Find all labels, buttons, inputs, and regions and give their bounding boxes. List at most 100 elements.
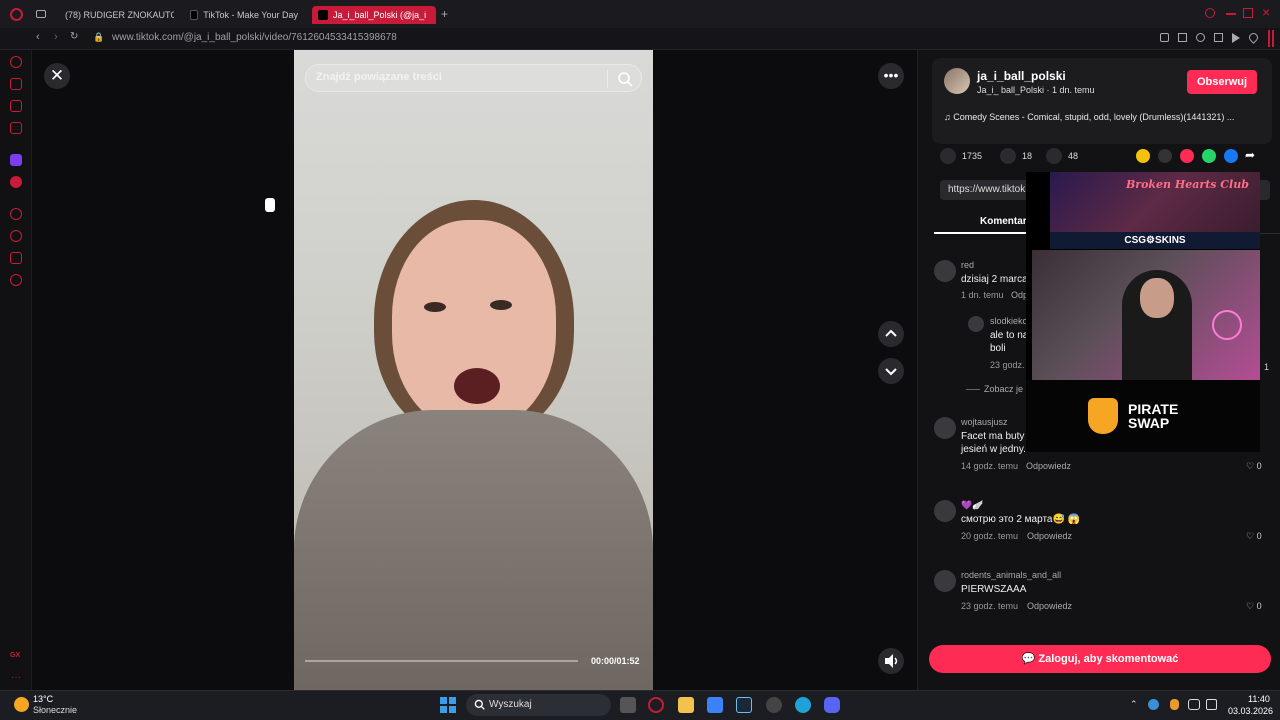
sidebar-toggle-icon[interactable]	[1268, 30, 1274, 47]
network-icon[interactable]	[1188, 699, 1200, 710]
like-button[interactable]: 1735	[940, 148, 982, 164]
taskbar-search[interactable]: Wyszukaj	[466, 694, 611, 716]
aria-icon[interactable]	[10, 56, 22, 68]
more-sidebar-icon[interactable]: …	[11, 670, 21, 681]
tab-youtube[interactable]: (78) RUDIGER ZNOKAUTO	[54, 6, 174, 24]
video-progress-bar[interactable]	[305, 660, 578, 662]
url-field[interactable]: www.tiktok.com/@ja_i_ball_polski/video/7…	[112, 32, 397, 43]
coin-icon[interactable]	[1136, 149, 1150, 163]
next-video-button[interactable]	[878, 358, 904, 384]
save-button[interactable]: 48	[1046, 148, 1078, 164]
volume-tray-icon[interactable]	[1206, 699, 1217, 710]
discord-icon[interactable]	[824, 697, 840, 713]
clock-date[interactable]: 03.03.2026	[1228, 706, 1273, 716]
pirate-swap-ad: PIRATE SWAP	[1026, 380, 1260, 452]
new-tab-button[interactable]: +	[441, 7, 448, 21]
weather-temperature[interactable]: 13°C	[33, 694, 53, 704]
settings-icon[interactable]	[10, 274, 22, 286]
task-view-icon[interactable]	[620, 697, 636, 713]
address-toolbar	[1160, 31, 1270, 45]
back-icon[interactable]: ‹	[36, 31, 40, 43]
comment-likes[interactable]: ♡ 0	[1246, 461, 1262, 472]
save-count: 48	[1068, 151, 1079, 161]
music-player-icon[interactable]	[10, 208, 22, 220]
tray-chevron-icon[interactable]: ⌃	[1130, 699, 1138, 710]
pin-icon[interactable]	[1160, 33, 1169, 42]
more-options-button[interactable]: •••	[878, 63, 904, 89]
search-icon[interactable]	[617, 71, 633, 87]
weather-sun-icon[interactable]	[14, 697, 29, 712]
clock-time[interactable]: 11:40	[1248, 694, 1270, 704]
vpn-icon[interactable]	[1196, 33, 1205, 42]
search-tabs-icon[interactable]	[1205, 8, 1215, 18]
related-search-input[interactable]	[316, 71, 596, 83]
microphone-icon[interactable]	[1170, 699, 1179, 710]
pirate-logo-icon	[1088, 398, 1118, 434]
comment-likes[interactable]: ♡ 0	[1246, 601, 1262, 612]
login-to-comment-button[interactable]: 💬 Zaloguj, aby skomentować	[929, 645, 1271, 673]
video-player[interactable]: 00:00/01:52	[294, 50, 653, 690]
comment-likes[interactable]: ♡ 0	[1246, 531, 1262, 542]
extensions-icon[interactable]	[10, 252, 22, 264]
close-window-icon[interactable]: ×	[1262, 4, 1270, 20]
comment-username[interactable]: 💜🪽	[961, 500, 983, 511]
comment-avatar[interactable]	[934, 500, 956, 522]
share-icon[interactable]: ➦	[1245, 148, 1255, 162]
history-icon[interactable]	[10, 230, 22, 242]
view-replies-button[interactable]: Zobacz je	[966, 384, 1023, 394]
reply-button[interactable]: Odpowiedz	[1026, 461, 1071, 471]
tab-label: TikTok - Make Your Day	[203, 10, 298, 20]
follow-button[interactable]: Obserwuj	[1187, 70, 1257, 94]
steam-icon[interactable]	[736, 697, 752, 713]
comment-username[interactable]: slodkiekot	[990, 316, 1030, 326]
volume-button[interactable]	[878, 648, 904, 674]
send-icon[interactable]	[1180, 149, 1194, 163]
comment-button[interactable]: 18	[1000, 148, 1032, 164]
heart-icon[interactable]	[1247, 31, 1260, 44]
forward-icon[interactable]: ›	[54, 31, 58, 43]
related-search-box[interactable]	[305, 64, 642, 92]
messenger-icon[interactable]	[10, 100, 22, 112]
translate-icon[interactable]	[1214, 33, 1223, 42]
author-avatar[interactable]	[944, 68, 970, 94]
comment-avatar[interactable]	[934, 417, 956, 439]
edge-icon[interactable]	[795, 697, 811, 713]
tv-icon[interactable]	[10, 122, 22, 134]
opera-logo-icon[interactable]	[10, 8, 23, 21]
comment-avatar[interactable]	[968, 316, 984, 332]
app-icon[interactable]	[766, 697, 782, 713]
snapshot-icon[interactable]	[1178, 33, 1187, 42]
minimize-icon[interactable]	[1226, 13, 1236, 15]
music-link[interactable]: ♫ Comedy Scenes - Comical, stupid, odd, …	[944, 112, 1234, 122]
embed-icon[interactable]	[1158, 149, 1172, 163]
close-button[interactable]: ✕	[44, 63, 70, 89]
comment-icon	[1000, 148, 1016, 164]
whatsapp-icon[interactable]	[1202, 149, 1216, 163]
tab-tiktok-video[interactable]: Ja_i_ball_Polski (@ja_i	[312, 6, 436, 24]
author-username[interactable]: ja_i_ball_polski	[977, 69, 1066, 83]
comment-username[interactable]: wojtausjusz	[961, 417, 1008, 427]
tab-overview-icon[interactable]	[36, 10, 46, 18]
comment-username[interactable]: rodents_animals_and_all	[961, 570, 1061, 580]
store-icon[interactable]	[707, 697, 723, 713]
comment-avatar[interactable]	[934, 570, 956, 592]
reply-button[interactable]: Odpowiedz	[1027, 531, 1072, 541]
player-icon[interactable]	[10, 176, 22, 188]
comment-avatar[interactable]	[934, 260, 956, 282]
opera-gx-taskbar-icon[interactable]	[648, 697, 664, 713]
start-button[interactable]	[440, 697, 456, 713]
file-explorer-icon[interactable]	[678, 697, 694, 713]
maximize-icon[interactable]	[1243, 8, 1253, 18]
onedrive-icon[interactable]	[1148, 699, 1159, 710]
play-icon[interactable]	[1232, 33, 1240, 43]
facebook-icon[interactable]	[1224, 149, 1238, 163]
gx-corner-icon[interactable]	[10, 78, 22, 90]
reload-icon[interactable]: ↻	[70, 31, 78, 42]
tab-tiktok-home[interactable]: TikTok - Make Your Day	[184, 6, 304, 24]
comment-username[interactable]: red	[961, 260, 974, 270]
gx-icon[interactable]: GX	[10, 652, 20, 659]
twitch-icon[interactable]	[10, 154, 22, 166]
reply-button[interactable]: Odpowiedz	[1027, 601, 1072, 611]
previous-video-button[interactable]	[878, 321, 904, 347]
weather-description[interactable]: Słonecznie	[33, 705, 77, 715]
